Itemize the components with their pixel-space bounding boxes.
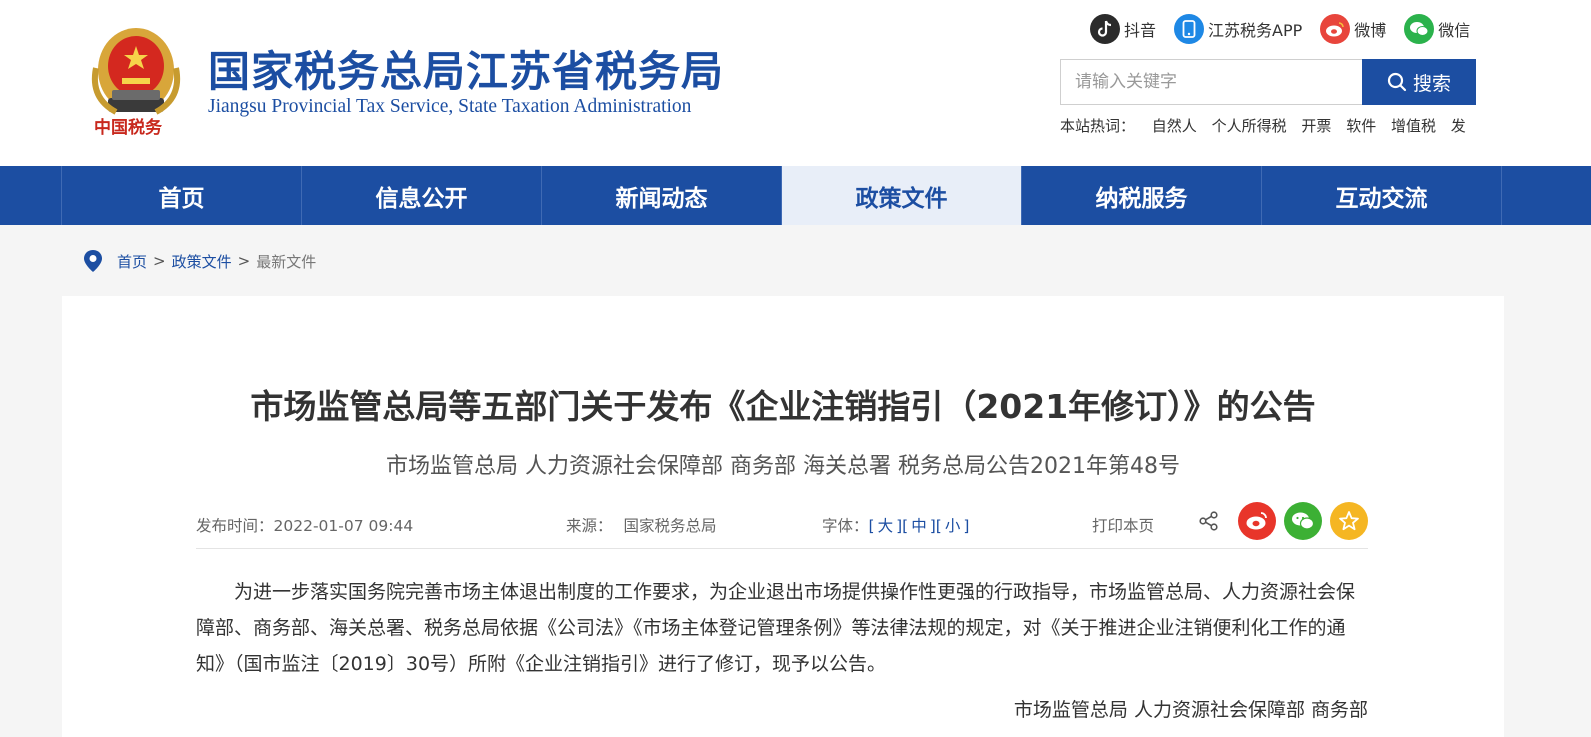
main-nav: 首页 信息公开 新闻动态 政策文件 纳税服务 互动交流 [0,166,1591,225]
weibo-icon [1320,14,1351,44]
font-size-controls: 字体：[大][中][小] [822,517,970,535]
hot-word[interactable]: 开票 [1301,117,1331,135]
nav-item-news[interactable]: 新闻动态 [542,166,782,225]
mobile-app-icon [1174,14,1205,44]
star-icon [1339,511,1359,531]
site-search: 搜索 [1060,59,1476,105]
nav-item-interaction[interactable]: 互动交流 [1262,166,1502,225]
breadcrumb: 首页 > 政策文件 > 最新文件 [83,248,316,274]
hot-words-label: 本站热词： [1060,117,1136,135]
source-value: 国家税务总局 [623,517,717,535]
font-size-large-button[interactable]: 大 [878,517,894,535]
add-favorite-button[interactable] [1330,502,1368,540]
search-input[interactable] [1060,59,1362,105]
wechat-icon [1404,14,1435,44]
article-signature: 市场监管总局 人力资源社会保障部 商务部 [1013,699,1368,721]
tax-emblem-logo[interactable]: 中国税务 [86,18,186,144]
social-label: 江苏税务APP [1208,21,1303,40]
site-header: 中国税务 国家税务总局江苏省税务局 Jiangsu Provincial Tax… [0,0,1591,168]
share-group [1198,502,1368,540]
font-size-small-button[interactable]: 小 [945,517,961,535]
emblem-caption: 中国税务 [94,118,162,138]
breadcrumb-separator: > [237,252,251,270]
publish-date: 发布时间：2022-01-07 09:44 [196,514,413,536]
search-icon [1387,72,1407,92]
hot-word[interactable]: 发 [1451,117,1466,135]
article-meta-bar: 发布时间：2022-01-07 09:44 来源： 国家税务总局 字体：[大][… [196,502,1368,549]
location-pin-icon [84,250,102,272]
search-button[interactable]: 搜索 [1362,59,1476,105]
nav-item-policy-files[interactable]: 政策文件 [782,166,1022,225]
publish-date-value: 2022-01-07 09:44 [273,517,414,535]
social-links: 抖音 江苏税务APP 微博 微信 [1090,12,1470,46]
weibo-icon [1246,512,1267,530]
social-label: 微博 [1354,21,1387,40]
site-subtitle-english: Jiangsu Provincial Tax Service, State Ta… [208,96,692,117]
tiktok-icon [1090,14,1120,44]
font-size-medium-button[interactable]: 中 [911,517,927,535]
social-wechat[interactable]: 微信 [1404,14,1470,44]
article-title: 市场监管总局等五部门关于发布《企业注销指引（2021年修订）》的公告 [250,387,1316,426]
wechat-icon [1292,512,1315,530]
share-weibo-button[interactable] [1238,502,1276,540]
nav-item-home[interactable]: 首页 [62,166,302,225]
search-button-label: 搜索 [1412,72,1451,95]
nav-spacer [0,166,62,225]
nav-item-tax-service[interactable]: 纳税服务 [1022,166,1262,225]
print-page-button[interactable]: 打印本页 [1092,514,1154,536]
source-label: 来源： [566,517,613,535]
breadcrumb-home[interactable]: 首页 [117,251,147,272]
hot-word[interactable]: 个人所得税 [1212,117,1287,135]
social-jiangsu-app[interactable]: 江苏税务APP [1174,14,1302,44]
publish-date-label: 发布时间： [196,517,274,535]
site-title[interactable]: 国家税务总局江苏省税务局 [208,38,724,99]
hot-word[interactable]: 自然人 [1152,117,1197,135]
social-label: 微信 [1438,21,1471,40]
share-icon[interactable] [1198,510,1220,532]
social-label: 抖音 [1124,21,1157,40]
article-document-number: 市场监管总局 人力资源社会保障部 商务部 海关总署 税务总局公告2021年第48… [386,454,1180,479]
social-tiktok[interactable]: 抖音 [1090,14,1156,44]
breadcrumb-current: 最新文件 [256,252,317,271]
hot-words: 本站热词： 自然人 个人所得税 开票 软件 增值税 发 [1060,115,1476,139]
article-body: 为进一步落实国务院完善市场主体退出制度的工作要求，为企业退出市场提供操作性更强的… [196,581,1356,675]
breadcrumb-separator: > [153,252,166,270]
nav-item-info-disclosure[interactable]: 信息公开 [302,166,542,225]
article-container: 市场监管总局等五部门关于发布《企业注销指引（2021年修订）》的公告 市场监管总… [62,296,1504,737]
share-wechat-button[interactable] [1284,502,1322,540]
hot-word[interactable]: 增值税 [1391,117,1436,135]
article-source: 来源： 国家税务总局 [566,514,716,536]
hot-word[interactable]: 软件 [1346,117,1376,135]
social-weibo[interactable]: 微博 [1320,14,1386,44]
breadcrumb-policy-files[interactable]: 政策文件 [172,251,232,272]
font-size-label: 字体： [822,517,869,535]
